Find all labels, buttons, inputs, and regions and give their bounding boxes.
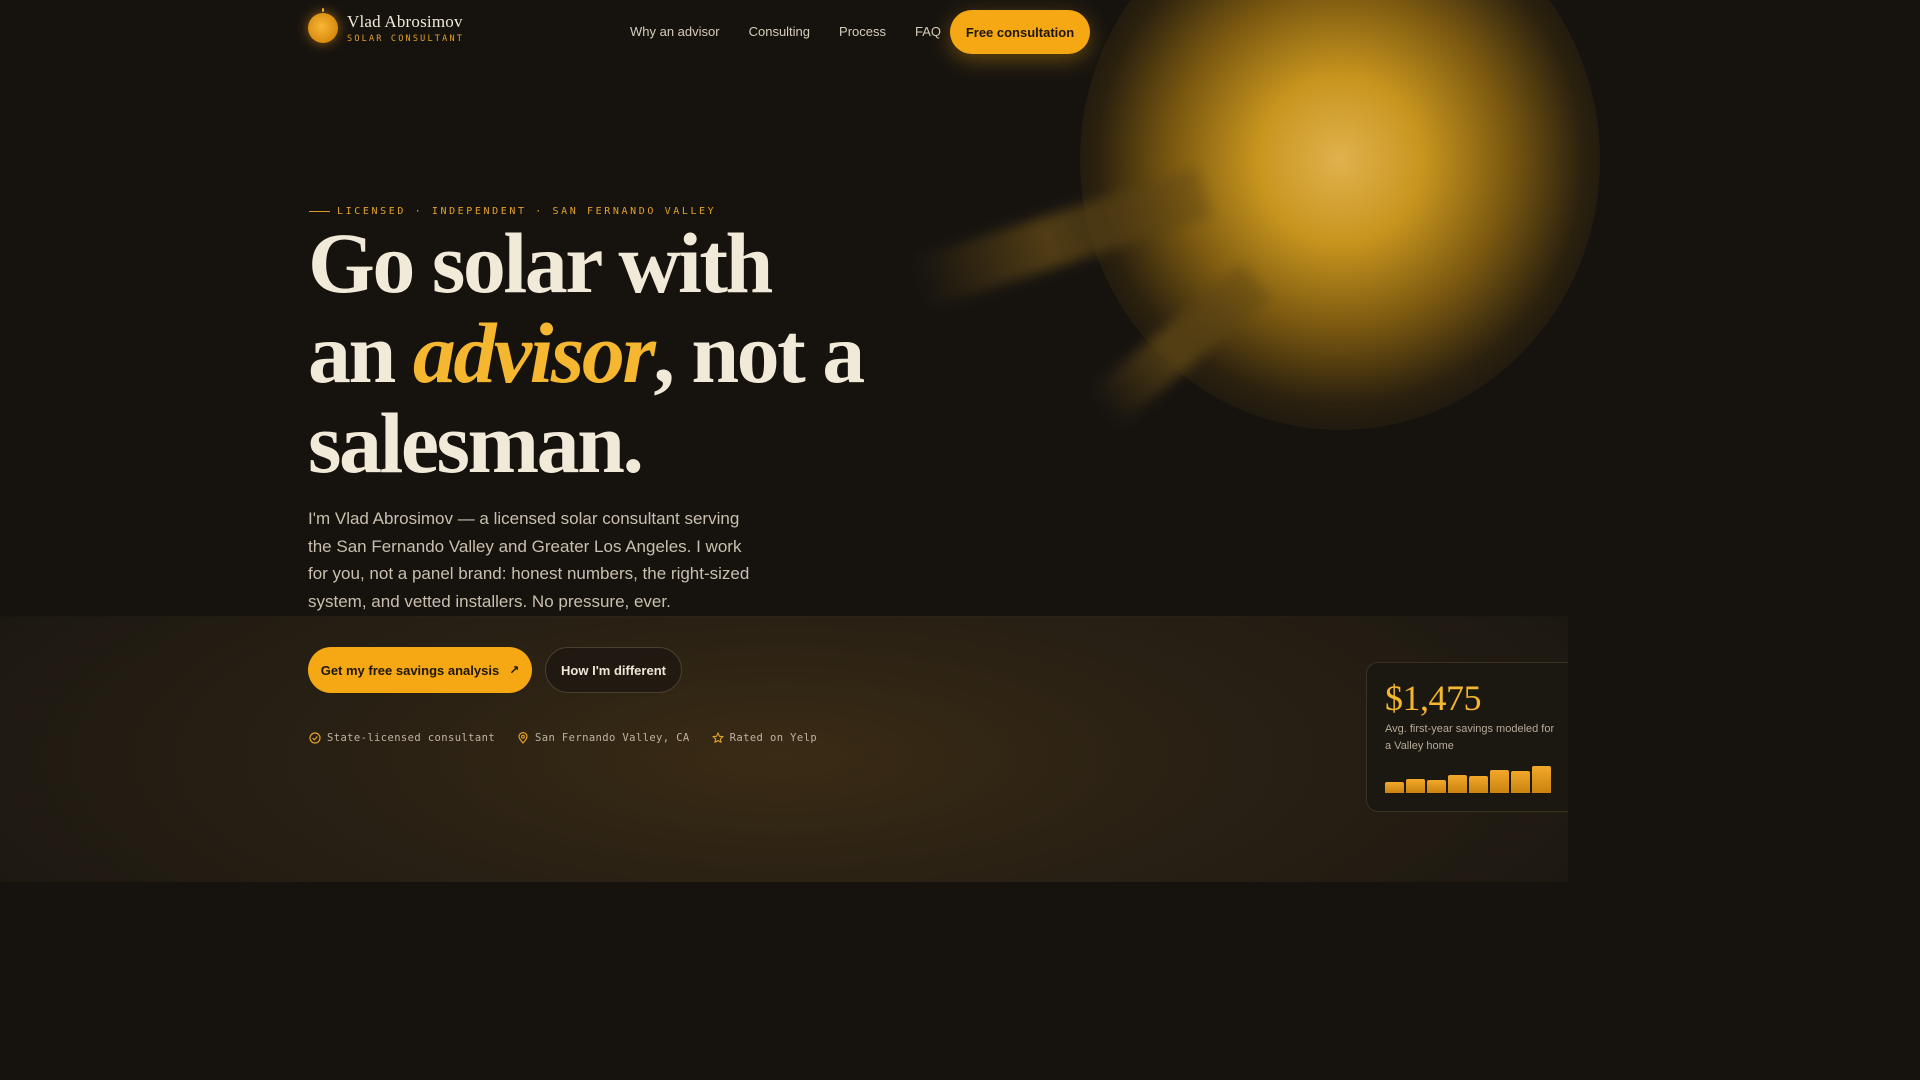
free-consultation-button[interactable]: Free consultation [950, 10, 1090, 54]
savings-analysis-label: Get my free savings analysis [320, 662, 500, 678]
savings-bar [1385, 782, 1404, 793]
savings-bar [1490, 770, 1509, 793]
brand-logo[interactable]: Vlad Abrosimov SOLAR CONSULTANT [308, 8, 465, 44]
badge-yelp: Rated on Yelp [712, 732, 817, 744]
hero-headline: Go solar with an advisor, not a salesman… [308, 218, 868, 488]
savings-bar [1427, 780, 1446, 793]
nav-link-consulting[interactable]: Consulting [749, 24, 810, 39]
band-divider [0, 616, 1568, 618]
eyebrow-rule [309, 211, 330, 212]
sun-icon [308, 8, 338, 43]
nav-link-process[interactable]: Process [839, 24, 886, 39]
star-icon [712, 732, 724, 744]
hero-lead: I'm Vlad Abrosimov — a licensed solar co… [308, 509, 750, 611]
badge-licensed: State-licensed consultant [309, 732, 495, 744]
savings-description: Avg. first-year savings modeled for a Va… [1385, 723, 1555, 752]
savings-bar-chart [1385, 761, 1553, 793]
savings-analysis-button[interactable]: Get my free savings analysis ↗ [308, 647, 532, 693]
savings-bar [1469, 776, 1488, 793]
arrow-up-right-icon: ↗ [509, 663, 520, 677]
nav-link-faq[interactable]: FAQ [915, 24, 941, 39]
nav-link-why-an-advisor[interactable]: Why an advisor [630, 24, 720, 39]
check-circle-icon [309, 732, 321, 744]
savings-bar [1448, 775, 1467, 793]
brand-name: Vlad Abrosimov [347, 12, 463, 31]
lower-band [0, 617, 1568, 882]
trust-badges: State-licensed consultant San Fernando V… [309, 732, 839, 744]
badge-label: Rated on Yelp [729, 732, 818, 744]
badge-location: San Fernando Valley, CA [517, 732, 690, 744]
how-different-button[interactable]: How I'm different [545, 647, 682, 693]
savings-bar [1532, 766, 1551, 793]
savings-card: $1,475 Avg. first-year savings modeled f… [1366, 662, 1568, 812]
badge-label: State-licensed consultant [327, 732, 496, 744]
brand-tagline: SOLAR CONSULTANT [347, 34, 465, 44]
savings-bar [1406, 779, 1425, 793]
savings-bar [1511, 771, 1530, 793]
map-pin-icon [517, 732, 529, 744]
headline-accent: advisor [412, 305, 656, 401]
main-nav: Why an advisor Consulting Process FAQ [630, 24, 970, 39]
savings-amount: $1,475 [1385, 678, 1482, 718]
badge-label: San Fernando Valley, CA [535, 732, 690, 744]
